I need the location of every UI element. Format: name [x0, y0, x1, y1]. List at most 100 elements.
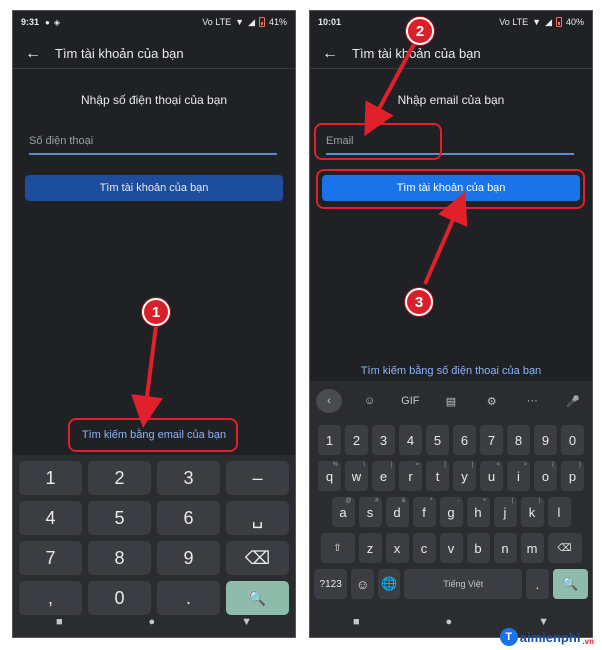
symbols-key[interactable]: ?123 — [313, 569, 348, 599]
battery-percent: 41% — [268, 17, 287, 27]
number-key[interactable]: 0 — [561, 425, 584, 455]
numpad-key[interactable]: 🔍 — [226, 581, 289, 615]
numpad-key[interactable]: 6 — [157, 501, 220, 535]
key-row-numbers: 1234567890 — [314, 425, 588, 455]
number-key[interactable]: 3 — [372, 425, 395, 455]
keyboard-toolbar-button[interactable]: ☺ — [357, 389, 383, 413]
shift-key[interactable]: ⇧ — [320, 533, 355, 563]
step-badge-1: 1 — [142, 298, 170, 326]
letter-key[interactable]: p} — [561, 461, 584, 491]
letter-key[interactable]: q% — [318, 461, 341, 491]
number-key[interactable]: 7 — [480, 425, 503, 455]
back-arrow-icon[interactable]: ← — [322, 45, 338, 63]
letter-key[interactable]: r = — [399, 461, 422, 491]
letter-key[interactable]: j( — [493, 497, 517, 527]
page-title: Tìm tài khoản của bạn — [352, 46, 481, 61]
letter-key[interactable]: a @ — [331, 497, 355, 527]
key-alt-label: = — [415, 462, 419, 468]
key-alt-label: ) — [538, 498, 541, 504]
numpad-key[interactable]: 9 — [157, 541, 220, 575]
network-label: Vo LTE — [202, 17, 232, 27]
key-alt-label: } — [578, 462, 581, 468]
numpad-key[interactable]: 8 — [88, 541, 151, 575]
globe-key[interactable]: 🌐 — [377, 569, 401, 599]
letter-key[interactable]: m — [520, 533, 544, 563]
letter-key[interactable]: z — [358, 533, 382, 563]
letter-key[interactable]: y] — [453, 461, 476, 491]
find-account-button[interactable]: Tìm tài khoản của bạn — [25, 175, 283, 201]
number-key[interactable]: 1 — [318, 425, 341, 455]
keyboard-toolbar-button[interactable]: ··· — [519, 389, 545, 413]
letter-key[interactable]: o{ — [534, 461, 557, 491]
keyboard-toolbar-button[interactable]: 🎤 — [560, 389, 586, 413]
numpad-key[interactable]: 3 — [157, 461, 220, 495]
keyboard-toolbar-button[interactable]: ⚙ — [479, 389, 505, 413]
letter-key[interactable]: w \ — [345, 461, 368, 491]
number-key[interactable]: 4 — [399, 425, 422, 455]
emoji-key[interactable]: ☺ — [351, 569, 374, 599]
key-alt-label: # — [375, 498, 379, 504]
recents-icon[interactable]: ■ — [353, 616, 360, 628]
period-key[interactable]: . — [526, 569, 549, 599]
letter-key[interactable]: h + — [466, 497, 490, 527]
keyboard-toolbar-button[interactable]: GIF — [397, 389, 423, 413]
app-bar: ← Tìm tài khoản của bạn — [13, 39, 295, 69]
numpad-key[interactable]: 2 — [88, 461, 151, 495]
key-alt-label: @ — [345, 498, 352, 504]
letter-key[interactable]: f * — [412, 497, 436, 527]
search-key[interactable]: 🔍 — [552, 569, 589, 599]
number-key[interactable]: 6 — [453, 425, 476, 455]
numpad-key[interactable]: 7 — [19, 541, 82, 575]
key-alt-label: ] — [471, 462, 473, 468]
search-by-phone-link[interactable]: Tìm kiếm bằng số điện thoại của bạn — [310, 365, 592, 377]
numpad-key[interactable]: 0 — [88, 581, 151, 615]
key-label: g — [447, 504, 455, 520]
letter-key[interactable]: x — [385, 533, 409, 563]
numpad-key[interactable]: – — [226, 461, 289, 495]
numpad-key[interactable]: 1 — [19, 461, 82, 495]
back-arrow-icon[interactable]: ← — [25, 45, 41, 63]
number-key[interactable]: 9 — [534, 425, 557, 455]
letter-key[interactable]: e | — [372, 461, 395, 491]
key-label: h — [474, 504, 482, 520]
letter-key[interactable]: d & — [385, 497, 409, 527]
key-alt-label: < — [496, 462, 500, 468]
key-row-bottom: ?123 ☺ 🌐 Tiếng Việt . 🔍 — [313, 569, 589, 599]
letter-key[interactable]: b — [466, 533, 490, 563]
numpad-key[interactable]: , — [19, 581, 82, 615]
back-icon[interactable]: ▼ — [538, 616, 549, 628]
back-icon[interactable]: ▼ — [241, 616, 252, 628]
home-icon[interactable]: ● — [446, 616, 453, 628]
letter-key[interactable]: c — [412, 533, 436, 563]
key-label: u — [487, 468, 496, 484]
page-title: Tìm tài khoản của bạn — [55, 46, 184, 61]
home-icon[interactable]: ● — [149, 616, 156, 628]
keyboard-toolbar-button[interactable]: ▤ — [438, 389, 464, 413]
phone-field[interactable] — [29, 129, 277, 155]
letter-key[interactable]: i > — [507, 461, 530, 491]
space-key[interactable]: Tiếng Việt — [404, 569, 523, 599]
letter-key[interactable]: n — [493, 533, 517, 563]
phone-input[interactable] — [29, 129, 277, 153]
number-key[interactable]: 2 — [345, 425, 368, 455]
numpad-key[interactable]: 4 — [19, 501, 82, 535]
numpad-key[interactable]: 5 — [88, 501, 151, 535]
backspace-key[interactable]: ⌫ — [547, 533, 582, 563]
letter-key[interactable]: s # — [358, 497, 382, 527]
letter-key[interactable]: k) — [520, 497, 544, 527]
number-key[interactable]: 8 — [507, 425, 530, 455]
step-badge-3: 3 — [405, 288, 433, 316]
key-alt-label: & — [401, 498, 406, 504]
recents-icon[interactable]: ■ — [56, 616, 63, 628]
keyboard-toolbar-button[interactable]: ‹ — [316, 389, 342, 413]
number-key[interactable]: 5 — [426, 425, 449, 455]
letter-key[interactable]: v — [439, 533, 463, 563]
status-right: Vo LTE ▼ ◢ 41% — [202, 17, 287, 28]
letter-key[interactable]: g- — [439, 497, 463, 527]
numpad-key[interactable]: ␣ — [226, 501, 289, 535]
letter-key[interactable]: t[ — [426, 461, 449, 491]
letter-key[interactable]: l — [547, 497, 571, 527]
numpad-key[interactable]: ⌫ — [226, 541, 289, 575]
letter-key[interactable]: u < — [480, 461, 503, 491]
numpad-key[interactable]: . — [157, 581, 220, 615]
